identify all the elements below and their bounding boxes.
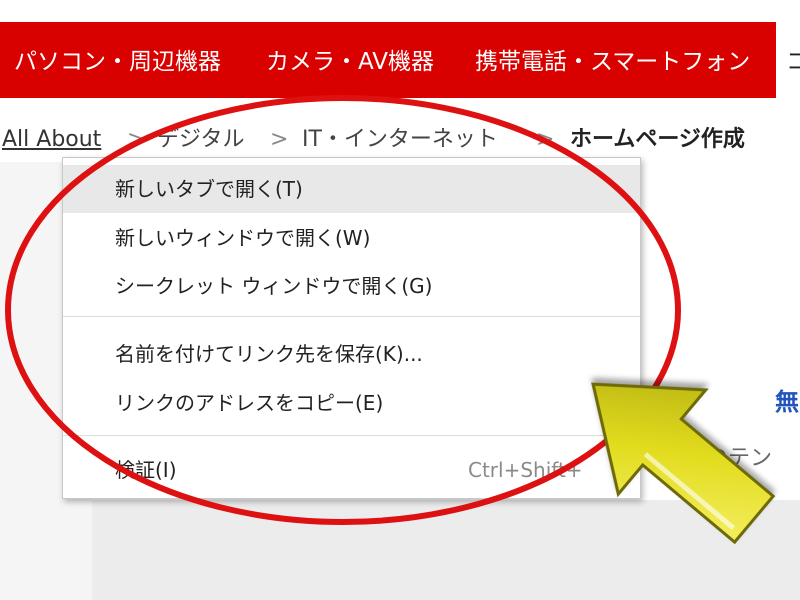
- menu-item-copy-link-address[interactable]: リンクのアドレスをコピー(E): [63, 379, 640, 427]
- menu-item-label: 新しいタブで開く(T): [115, 177, 303, 201]
- menu-item-open-new-window[interactable]: 新しいウィンドウで開く(W): [63, 214, 640, 262]
- page-text-fragment: 類以上のテン: [640, 446, 773, 471]
- breadcrumb-digital-link[interactable]: デジタル: [157, 120, 245, 160]
- menu-separator: [63, 435, 640, 436]
- breadcrumb-it-link[interactable]: IT・インターネット: [302, 120, 498, 160]
- menu-separator: [63, 316, 640, 317]
- menu-item-label: 検証(I): [115, 458, 177, 482]
- page-bottom-area: [92, 500, 800, 600]
- menu-item-open-incognito[interactable]: シークレット ウィンドウで開く(G): [63, 262, 640, 310]
- top-nav: パソコン・周辺機器 カメラ・AV機器 携帯電話・スマートフォン: [0, 22, 800, 98]
- menu-item-inspect[interactable]: 検証(I) Ctrl+Shift+: [63, 446, 640, 494]
- context-menu: 新しいタブで開く(T) 新しいウィンドウで開く(W) シークレット ウィンドウで…: [62, 157, 641, 499]
- nav-item-pc[interactable]: パソコン・周辺機器: [14, 22, 221, 98]
- breadcrumb: All About > デジタル > IT・インターネット > ホームページ作成: [0, 120, 800, 160]
- breadcrumb-current: ホームページ作成: [570, 127, 745, 152]
- menu-item-label: 新しいウィンドウで開く(W): [115, 226, 371, 250]
- nav-item-mobile[interactable]: 携帯電話・スマートフォン: [475, 22, 750, 98]
- breadcrumb-separator: >: [536, 127, 555, 152]
- menu-item-label: リンクのアドレスをコピー(E): [115, 391, 384, 415]
- menu-item-save-link-as[interactable]: 名前を付けてリンク先を保存(K)...: [63, 330, 640, 378]
- menu-item-label: 名前を付けてリンク先を保存(K)...: [115, 342, 423, 366]
- breadcrumb-separator: >: [127, 127, 146, 152]
- nav-item-camera[interactable]: カメラ・AV機器: [266, 22, 434, 98]
- menu-item-shortcut: Ctrl+Shift+: [468, 458, 583, 482]
- nav-item-active[interactable]: コ: [776, 22, 800, 98]
- breadcrumb-home-link[interactable]: All About: [2, 120, 101, 160]
- menu-item-label: シークレット ウィンドウで開く(G): [115, 274, 433, 298]
- page-heading-fragment[interactable]: 無: [775, 382, 799, 417]
- menu-item-open-new-tab[interactable]: 新しいタブで開く(T): [63, 165, 640, 213]
- breadcrumb-separator: >: [270, 127, 289, 152]
